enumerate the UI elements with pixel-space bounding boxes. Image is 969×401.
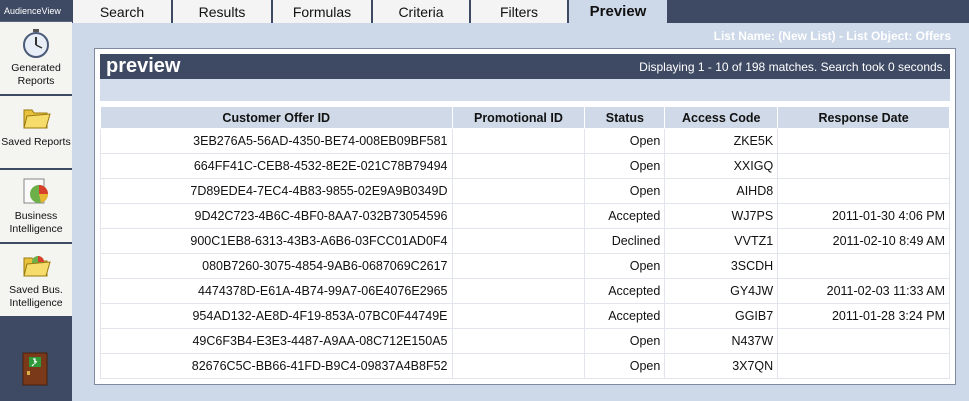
tab-preview[interactable]: Preview xyxy=(568,0,668,23)
cell-customer-offer-id: 954AD132-AE8D-4F19-853A-07BC0F44749E xyxy=(100,303,453,329)
tab-bar: Search Results Formulas Criteria Filters… xyxy=(72,0,969,23)
cell-access-code: N437W xyxy=(664,328,779,354)
cell-customer-offer-id: 080B7260-3075-4854-9AB6-0687069C2617 xyxy=(100,253,453,279)
sidebar-item-saved-reports[interactable]: Saved Reports xyxy=(0,96,72,170)
cell-promotional-id xyxy=(451,128,586,154)
sidebar-item-generated-reports[interactable]: Generated Reports xyxy=(0,22,72,96)
cell-access-code: XXIGQ xyxy=(664,153,779,179)
page-title: preview xyxy=(106,55,181,77)
table-row[interactable]: 7D89EDE4-7EC4-4B83-9855-02E9A9B0349D Ope… xyxy=(100,178,950,204)
cell-customer-offer-id: 3EB276A5-56AD-4350-BE74-008EB09BF581 xyxy=(100,128,453,154)
cell-promotional-id xyxy=(451,178,586,204)
brand-logo: AudienceView xyxy=(0,0,72,22)
cell-status: Accepted xyxy=(584,278,666,304)
table-row[interactable]: 9D42C723-4B6C-4BF0-8AA7-032B73054596 Acc… xyxy=(100,203,950,229)
cell-customer-offer-id: 664FF41C-CEB8-4532-8E2E-021C78B79494 xyxy=(100,153,453,179)
column-header-status[interactable]: Status xyxy=(584,106,666,129)
sidebar-item-label: Saved Bus. Intelligence xyxy=(9,284,63,309)
cell-status: Open xyxy=(584,153,666,179)
pie-chart-icon xyxy=(21,176,51,206)
tab-criteria[interactable]: Criteria xyxy=(372,0,470,23)
sidebar-item-label: Saved Reports xyxy=(1,136,71,148)
cell-access-code: ZKE5K xyxy=(664,128,779,154)
table-row[interactable]: 080B7260-3075-4854-9AB6-0687069C2617 Ope… xyxy=(100,253,950,279)
cell-status: Open xyxy=(584,328,666,354)
column-header-promotional-id[interactable]: Promotional ID xyxy=(451,106,586,129)
cell-response-date xyxy=(777,353,950,379)
list-info: List Name: (New List) - List Object: Off… xyxy=(713,29,951,43)
cell-response-date: 2011-02-03 11:33 AM xyxy=(777,278,950,304)
table-row[interactable]: 3EB276A5-56AD-4350-BE74-008EB09BF581 Ope… xyxy=(100,128,950,154)
cell-access-code: VVTZ1 xyxy=(664,228,779,254)
cell-promotional-id xyxy=(451,303,586,329)
cell-status: Accepted xyxy=(584,303,666,329)
cell-promotional-id xyxy=(451,328,586,354)
cell-response-date xyxy=(777,128,950,154)
folder-icon xyxy=(21,102,51,132)
exit-door-icon[interactable] xyxy=(22,352,48,386)
cell-response-date xyxy=(777,328,950,354)
sidebar-item-label: Generated Reports xyxy=(11,62,61,87)
cell-customer-offer-id: 49C6F3B4-E3E3-4487-A9AA-08C712E150A5 xyxy=(100,328,453,354)
table-header-row: Customer Offer ID Promotional ID Status … xyxy=(100,106,950,129)
cell-status: Open xyxy=(584,178,666,204)
cell-access-code: 3X7QN xyxy=(664,353,779,379)
cell-customer-offer-id: 7D89EDE4-7EC4-4B83-9855-02E9A9B0349D xyxy=(100,178,453,204)
tab-formulas[interactable]: Formulas xyxy=(272,0,372,23)
cell-customer-offer-id: 900C1EB8-6313-43B3-A6B6-03FCC01AD0F4 xyxy=(100,228,453,254)
column-header-response-date[interactable]: Response Date xyxy=(777,106,950,129)
cell-customer-offer-id: 4474378D-E61A-4B74-99A7-06E4076E2965 xyxy=(100,278,453,304)
preview-panel: preview Displaying 1 - 10 of 198 matches… xyxy=(94,48,956,385)
results-table: Customer Offer ID Promotional ID Status … xyxy=(100,106,950,379)
column-header-access-code[interactable]: Access Code xyxy=(664,106,779,129)
cell-status: Open xyxy=(584,128,666,154)
cell-promotional-id xyxy=(451,203,586,229)
cell-customer-offer-id: 82676C5C-BB66-41FD-B9C4-09837A4B8F52 xyxy=(100,353,453,379)
cell-promotional-id xyxy=(451,278,586,304)
cell-access-code: AIHD8 xyxy=(664,178,779,204)
table-row[interactable]: 664FF41C-CEB8-4532-8E2E-021C78B79494 Ope… xyxy=(100,153,950,179)
cell-access-code: WJ7PS xyxy=(664,203,779,229)
cell-status: Accepted xyxy=(584,203,666,229)
panel-toolbar xyxy=(100,79,950,101)
cell-promotional-id xyxy=(451,228,586,254)
results-status: Displaying 1 - 10 of 198 matches. Search… xyxy=(639,60,946,74)
stopwatch-icon xyxy=(21,28,51,58)
cell-status: Open xyxy=(584,253,666,279)
table-row[interactable]: 82676C5C-BB66-41FD-B9C4-09837A4B8F52 Ope… xyxy=(100,353,950,379)
cell-response-date xyxy=(777,253,950,279)
cell-response-date: 2011-02-10 8:49 AM xyxy=(777,228,950,254)
cell-response-date: 2011-01-28 3:24 PM xyxy=(777,303,950,329)
cell-customer-offer-id: 9D42C723-4B6C-4BF0-8AA7-032B73054596 xyxy=(100,203,453,229)
cell-promotional-id xyxy=(451,253,586,279)
cell-response-date: 2011-01-30 4:06 PM xyxy=(777,203,950,229)
sidebar: AudienceView Generated Reports Saved Rep… xyxy=(0,0,72,401)
table-row[interactable]: 900C1EB8-6313-43B3-A6B6-03FCC01AD0F4 Dec… xyxy=(100,228,950,254)
cell-access-code: GGIB7 xyxy=(664,303,779,329)
cell-promotional-id xyxy=(451,153,586,179)
cell-access-code: GY4JW xyxy=(664,278,779,304)
tab-search[interactable]: Search xyxy=(72,0,172,23)
cell-response-date xyxy=(777,153,950,179)
panel-header: preview Displaying 1 - 10 of 198 matches… xyxy=(100,54,950,79)
cell-status: Open xyxy=(584,353,666,379)
sidebar-item-business-intelligence[interactable]: Business Intelligence xyxy=(0,170,72,244)
column-header-customer-offer-id[interactable]: Customer Offer ID xyxy=(100,106,453,129)
tab-filters[interactable]: Filters xyxy=(470,0,568,23)
table-row[interactable]: 49C6F3B4-E3E3-4487-A9AA-08C712E150A5 Ope… xyxy=(100,328,950,354)
table-row[interactable]: 954AD132-AE8D-4F19-853A-07BC0F44749E Acc… xyxy=(100,303,950,329)
cell-status: Declined xyxy=(584,228,666,254)
sidebar-item-label: Business Intelligence xyxy=(9,210,63,235)
folder-chart-icon xyxy=(21,250,51,280)
cell-response-date xyxy=(777,178,950,204)
cell-access-code: 3SCDH xyxy=(664,253,779,279)
table-row[interactable]: 4474378D-E61A-4B74-99A7-06E4076E2965 Acc… xyxy=(100,278,950,304)
sidebar-item-saved-bus-intelligence[interactable]: Saved Bus. Intelligence xyxy=(0,244,72,318)
tab-results[interactable]: Results xyxy=(172,0,272,23)
cell-promotional-id xyxy=(451,353,586,379)
